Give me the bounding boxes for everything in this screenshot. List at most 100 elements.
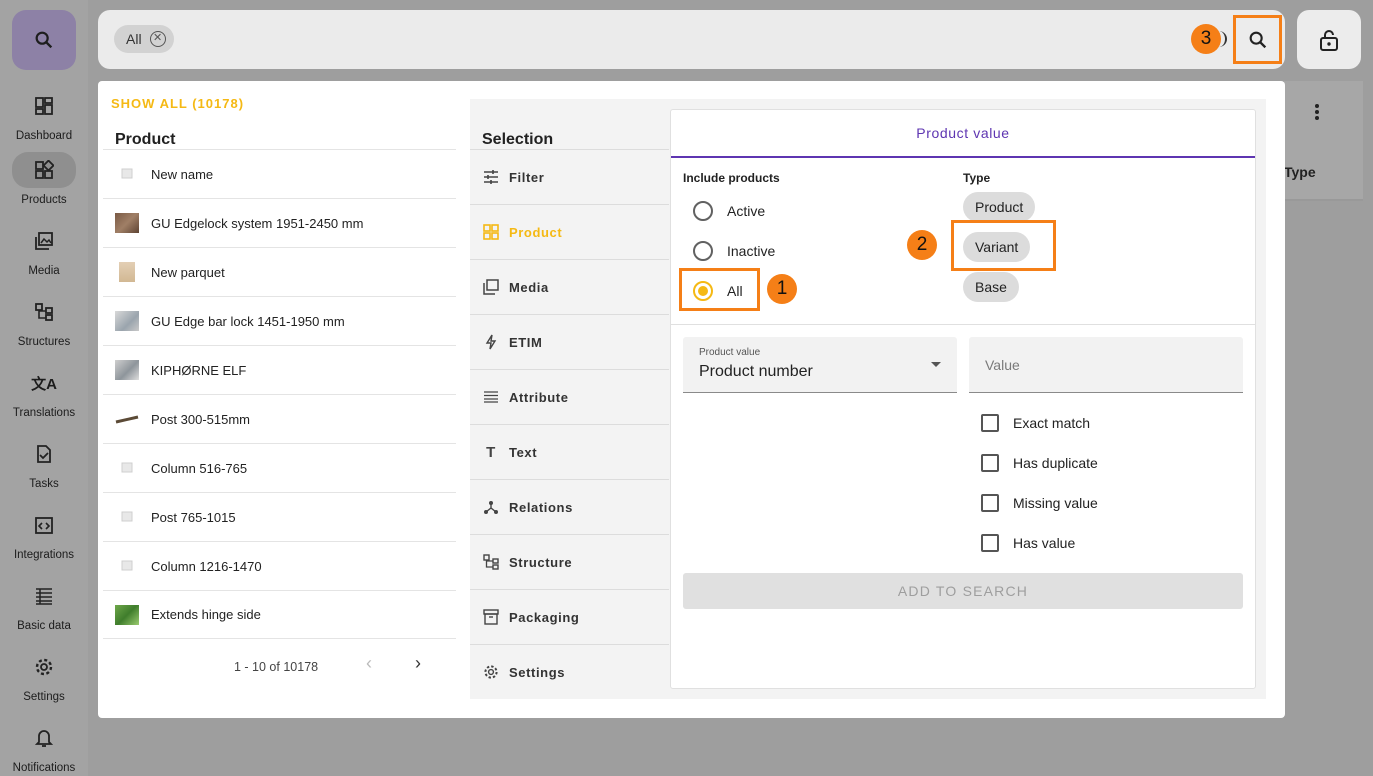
list-item[interactable]: New name [103, 149, 456, 198]
lock-open-icon [1320, 29, 1338, 51]
product-name: New name [151, 166, 214, 182]
radio-inactive[interactable]: Inactive [693, 239, 775, 263]
rail-search-button[interactable] [12, 10, 76, 70]
nav-item-tasks[interactable]: Tasks [0, 436, 88, 490]
selection-item-label: Relations [509, 499, 573, 515]
nav-rail: Dashboard Products Media Structures 文A T… [0, 0, 88, 776]
nav-item-notifications[interactable]: Notifications [0, 720, 88, 774]
list-item[interactable]: Post 300-515mm [103, 394, 456, 443]
nav-label: Translations [12, 407, 76, 419]
product-value-select[interactable]: Product value Product number [683, 337, 957, 393]
image-placeholder-icon [115, 556, 139, 576]
nav-item-structures[interactable]: Structures [0, 294, 88, 348]
search-icon [35, 31, 53, 49]
nav-item-settings[interactable]: Settings [0, 649, 88, 703]
nav-label: Integrations [13, 549, 75, 561]
gear-icon [483, 664, 499, 680]
selection-item-media[interactable]: Media [470, 259, 669, 314]
checkbox-exact-match[interactable]: Exact match [981, 413, 1090, 433]
product-name: New parquet [151, 264, 225, 280]
annotation-badge-3: 3 [1191, 24, 1221, 54]
radio-label: Active [727, 203, 766, 219]
radio-active[interactable]: Active [693, 199, 765, 223]
nav-item-media[interactable]: Media [0, 223, 88, 277]
product-thumbnail [115, 604, 139, 625]
structures-icon [12, 294, 76, 330]
basic-data-icon [12, 578, 76, 614]
checkbox[interactable] [981, 454, 999, 472]
nav-item-integrations[interactable]: Integrations [0, 507, 88, 561]
product-thumbnail [115, 409, 139, 429]
type-label: Type [963, 171, 991, 185]
checkbox-has-duplicate[interactable]: Has duplicate [981, 453, 1098, 473]
product-name: GU Edgelock system 1951-2450 mm [151, 215, 364, 231]
nav-item-products[interactable]: Products [0, 152, 88, 206]
select-label: Product value [699, 347, 761, 358]
type-chip-base[interactable]: Base [963, 272, 1019, 302]
checkbox[interactable] [981, 494, 999, 512]
annotation-highlight-all [679, 268, 760, 311]
close-circle-icon[interactable]: ✕ [149, 31, 166, 47]
checkbox[interactable] [981, 534, 999, 552]
chevron-right-icon[interactable]: › [415, 653, 421, 674]
type-chip-product[interactable]: Product [963, 192, 1036, 222]
list-item[interactable]: Post 765-1015 [103, 492, 456, 541]
nav-item-basic-data[interactable]: Basic data [0, 578, 88, 632]
nav-label: Dashboard [15, 130, 73, 142]
product-thumbnail [115, 311, 139, 331]
selection-item-label: Product [509, 224, 563, 240]
list-item[interactable]: Extends hinge side [103, 590, 456, 639]
nav-item-dashboard[interactable]: Dashboard [0, 88, 88, 142]
dashboard-icon [12, 88, 76, 124]
more-vert-icon[interactable] [1314, 103, 1320, 126]
checkbox-label: Missing value [1013, 495, 1098, 511]
nav-item-translations[interactable]: 文A Translations [0, 365, 88, 420]
select-value: Product number [699, 363, 813, 380]
dropdown-arrow-icon [931, 362, 941, 367]
gear-icon [12, 649, 76, 685]
list-item[interactable]: New parquet [103, 247, 456, 296]
search-submit-button[interactable] [1233, 15, 1282, 64]
radio-button[interactable] [693, 241, 713, 261]
value-field[interactable] [969, 337, 1243, 393]
value-input[interactable] [969, 337, 1243, 392]
selection-item-structure[interactable]: Structure [470, 534, 669, 589]
selection-item-attribute[interactable]: Attribute [470, 369, 669, 424]
checkbox-has-value[interactable]: Has value [981, 533, 1075, 553]
chevron-left-icon[interactable]: ‹ [366, 653, 372, 674]
search-chip-all[interactable]: All ✕ [114, 25, 174, 53]
nav-label: Structures [17, 336, 71, 348]
selection-area: Selection Filter Product Media ETIM Attr… [470, 99, 1266, 699]
show-all-link[interactable]: SHOW ALL (10178) [111, 96, 244, 111]
selection-item-label: Attribute [509, 389, 569, 405]
selection-item-relations[interactable]: Relations [470, 479, 669, 534]
bolt-icon [483, 334, 499, 350]
selection-item-label: Structure [509, 554, 573, 570]
checkbox[interactable] [981, 414, 999, 432]
list-item[interactable]: GU Edgelock system 1951-2450 mm [103, 198, 456, 247]
checkbox-missing-value[interactable]: Missing value [981, 493, 1098, 513]
products-icon [483, 224, 499, 240]
radio-button[interactable] [693, 201, 713, 221]
list-item[interactable]: GU Edge bar lock 1451-1950 mm [103, 296, 456, 345]
annotation-badge-1: 1 [767, 274, 797, 304]
tab-product-value[interactable]: Product value [671, 110, 1255, 158]
selection-item-packaging[interactable]: Packaging [470, 589, 669, 644]
selection-item-product[interactable]: Product [470, 204, 669, 259]
selection-item-etim[interactable]: ETIM [470, 314, 669, 369]
selection-item-text[interactable]: T Text [470, 424, 669, 479]
product-name: Extends hinge side [151, 607, 261, 622]
nav-label: Notifications [12, 762, 76, 774]
list-item[interactable]: Column 1216-1470 [103, 541, 456, 590]
product-name: Column 516-765 [151, 460, 248, 476]
list-item[interactable]: Column 516-765 [103, 443, 456, 492]
search-bar[interactable]: All ✕ [98, 10, 1285, 69]
pagination-label: 1 - 10 of 10178 [234, 660, 319, 674]
selection-item-settings[interactable]: Settings [470, 644, 669, 699]
nav-label: Tasks [29, 478, 59, 490]
bell-icon [12, 720, 76, 756]
list-item[interactable]: KIPHØRNE ELF [103, 345, 456, 394]
selection-item-filter[interactable]: Filter [470, 149, 669, 204]
add-to-search-button[interactable]: ADD TO SEARCH [683, 573, 1243, 609]
lock-button[interactable] [1297, 10, 1361, 69]
